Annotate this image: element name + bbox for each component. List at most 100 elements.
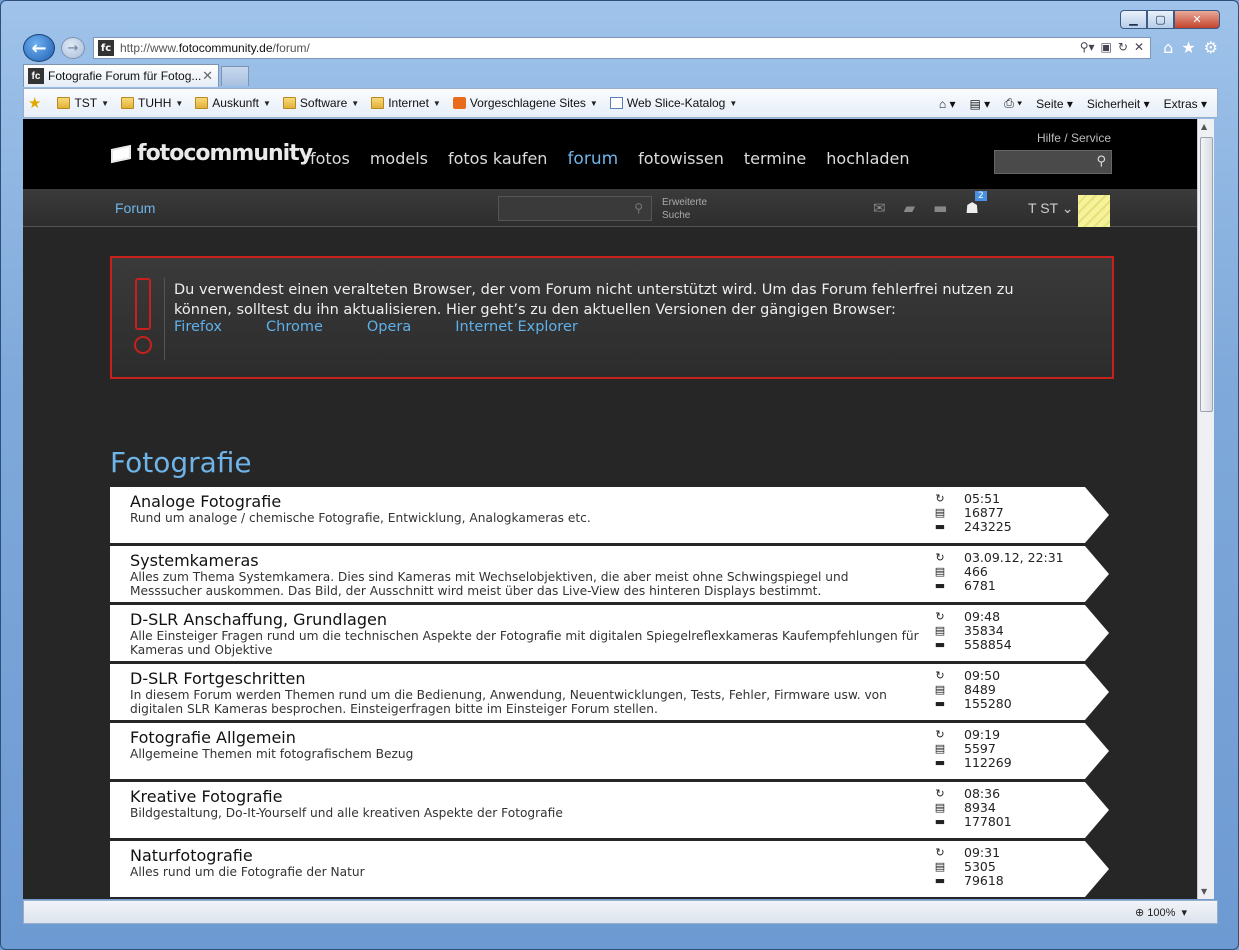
folder-icon [57,97,71,109]
forum-title[interactable]: Fotografie Allgemein [130,728,296,747]
forum-row[interactable]: Analoge Fotografie Rund um analoge / chem… [110,487,1110,543]
forum-stats: ↻ 08:36 ▤ 8934 ▬ 177801 [933,786,1012,829]
user-menu[interactable]: T ST ⌄ [1028,200,1073,217]
logo-icon [111,144,131,163]
gear-icon[interactable]: ⚙ [1204,38,1218,57]
forum-row[interactable]: Kreative Fotografie Bildgestaltung, Do-It… [110,782,1110,838]
favorites-center-icon[interactable]: ★ [28,94,45,112]
tab-title: Fotografie Forum für Fotog... [48,69,202,83]
nav-fotowissen[interactable]: fotowissen [638,149,724,169]
forum-row[interactable]: D-SLR Anschaffung, Grundlagen Alle Einste… [110,605,1110,661]
forum-row[interactable]: Fotografie Allgemein Allgemeine Themen mi… [110,723,1110,779]
scroll-up-icon[interactable]: ▲ [1201,122,1207,131]
forum-title[interactable]: D-SLR Fortgeschritten [130,669,305,688]
chat-icon[interactable]: ▬ [933,199,947,217]
fav-web-slice[interactable]: Web Slice-Katalog ▼ [609,96,737,110]
tab-close-icon[interactable]: ✕ [202,68,213,84]
new-tab-button[interactable] [221,66,249,86]
link-internet-explorer[interactable]: Internet Explorer [455,319,578,335]
nav-models[interactable]: models [370,149,428,169]
page-menu[interactable]: Seite ▾ [1036,97,1073,111]
last-post-time[interactable]: 09:48 [964,609,1000,624]
fav-folder-tuhh[interactable]: TUHH ▼ [121,96,183,110]
last-post-time[interactable]: 05:51 [964,491,1000,506]
forum-row[interactable]: Systemkameras Alles zum Thema Systemkamer… [110,546,1110,602]
search-icon[interactable]: ⚲▾ [1080,40,1095,54]
last-post-time[interactable]: 09:31 [964,845,1000,860]
nav-forum[interactable]: forum [567,149,618,169]
nav-fotos[interactable]: fotos [310,149,350,169]
home-icon[interactable]: ⌂ ▾ [939,97,956,111]
address-url: http://www.fotocommunity.de/forum/ [120,41,310,55]
minimize-button[interactable]: ▁ [1120,10,1147,29]
link-firefox[interactable]: Firefox [174,319,222,335]
forum-search-input[interactable]: ⚲ [498,196,652,221]
forum-stats: ↻ 09:48 ▤ 35834 ▬ 558854 [933,609,1012,652]
thread-count: 5597 [964,740,996,756]
forum-title[interactable]: Naturfotografie [130,846,253,865]
site-logo[interactable]: fotocommunity [111,141,313,166]
fav-folder-tst[interactable]: TST ▼ [57,96,109,110]
forum-title[interactable]: Analoge Fotografie [130,492,281,511]
stop-icon[interactable]: ✕ [1134,40,1144,54]
refresh-icon: ↻ [935,491,945,505]
command-bar: ⌂ ▾ ▤ ▾ ⎙ ▾ Seite ▾ Sicherheit ▾ Extras … [939,96,1207,111]
nav-termine[interactable]: termine [744,149,806,169]
mail-icon[interactable]: ✉ [873,199,886,217]
fav-folder-auskunft[interactable]: Auskunft ▼ [195,96,271,110]
folder-icon [371,97,385,109]
tab-active[interactable]: fc Fotografie Forum für Fotog... ✕ [23,64,219,87]
safety-menu[interactable]: Sicherheit ▾ [1087,97,1150,111]
link-chrome[interactable]: Chrome [266,319,323,335]
last-post-time[interactable]: 03.09.12, 22:31 [964,550,1064,565]
favorites-bar: ★ TST ▼ TUHH ▼ Auskunft ▼ Software ▼ Interne… [23,88,1218,118]
address-bar[interactable]: fc http://www.fotocommunity.de/forum/ ⚲▾… [93,37,1151,59]
photo-icon[interactable]: ▰ [904,199,916,217]
header-search-input[interactable]: ⚲ [994,150,1112,174]
refresh-icon[interactable]: ↻ [1118,40,1128,54]
close-button[interactable]: ✕ [1174,10,1220,29]
scroll-thumb[interactable] [1200,137,1213,412]
nav-hochladen[interactable]: hochladen [826,149,909,169]
home-icon[interactable]: ⌂ [1163,38,1173,57]
link-opera[interactable]: Opera [367,319,411,335]
rss-icon[interactable]: ▤ ▾ [969,97,990,111]
fav-folder-internet[interactable]: Internet ▼ [371,96,441,110]
zoom-level[interactable]: ⊕ 100% ▾ [1135,906,1187,919]
compat-view-icon[interactable]: ▣ [1101,40,1112,54]
forum-row[interactable]: D-SLR Fortgeschritten In diesem Forum wer… [110,664,1110,720]
advanced-search-link[interactable]: Erweiterte Suche [662,196,707,222]
vertical-scrollbar[interactable]: ▲ ▼ [1197,119,1214,899]
category-title[interactable]: Fotografie [110,446,252,479]
tools-menu[interactable]: Extras ▾ [1164,97,1207,111]
suggested-sites-icon [452,97,466,109]
search-icon[interactable]: ⚲ [634,201,643,215]
notifications-icon[interactable]: ☗ 2 [965,191,987,217]
posts-icon: ▬ [934,814,946,828]
scroll-down-icon[interactable]: ▼ [1201,887,1207,896]
last-post-time[interactable]: 08:36 [964,786,1000,801]
back-button[interactable]: ← [23,34,55,62]
avatar[interactable] [1078,195,1110,227]
post-count: 177801 [964,813,1012,829]
breadcrumb-forum[interactable]: Forum [115,200,155,216]
refresh-icon: ↻ [935,668,945,682]
forward-button[interactable]: → [61,37,85,59]
folder-icon [195,97,209,109]
favorites-star-icon[interactable]: ★ [1181,38,1195,57]
print-icon[interactable]: ⎙ ▾ [1004,96,1022,111]
nav-fotos-kaufen[interactable]: fotos kaufen [448,149,547,169]
last-post-time[interactable]: 09:19 [964,727,1000,742]
forum-title[interactable]: Kreative Fotografie [130,787,282,806]
last-post-time[interactable]: 09:50 [964,668,1000,683]
search-icon[interactable]: ⚲ [1096,154,1106,169]
maximize-button[interactable]: ▢ [1147,10,1174,29]
fav-folder-software[interactable]: Software ▼ [282,96,359,110]
address-row: ← → fc http://www.fotocommunity.de/forum… [23,34,1218,62]
help-service-link[interactable]: Hilfe / Service [1037,131,1111,145]
forum-description: Alles zum Thema Systemkamera. Dies sind … [130,570,849,598]
forum-title[interactable]: D-SLR Anschaffung, Grundlagen [130,610,387,629]
forum-row[interactable]: Naturfotografie Alles rund um die Fotogra… [110,841,1110,897]
forum-title[interactable]: Systemkameras [130,551,259,570]
fav-suggested-sites[interactable]: Vorgeschlagene Sites ▼ [452,96,598,110]
